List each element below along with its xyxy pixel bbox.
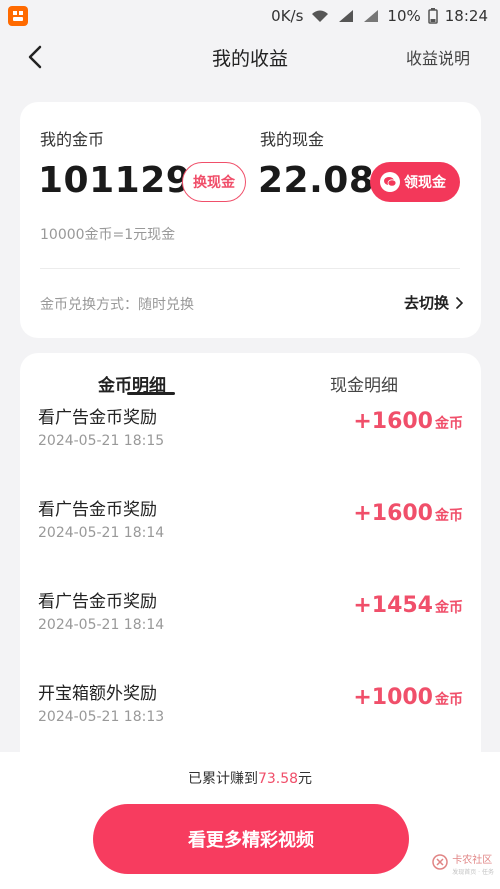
record-amount-unit: 金币 bbox=[435, 692, 463, 708]
record-amount: +1000 金币 bbox=[353, 685, 463, 710]
wifi-icon bbox=[312, 10, 329, 22]
record-time: 2024-05-21 18:13 bbox=[38, 709, 165, 725]
record-amount-unit: 金币 bbox=[435, 600, 463, 616]
record-amount-unit: 金币 bbox=[435, 508, 463, 524]
record-amount-value: +1600 bbox=[353, 501, 433, 526]
back-button[interactable] bbox=[20, 42, 50, 72]
record-amount-value: +1454 bbox=[353, 593, 433, 618]
navigation-bar: 我的收益 收益说明 bbox=[0, 32, 500, 82]
wechat-icon bbox=[380, 172, 400, 192]
record-amount-value: +1000 bbox=[353, 685, 433, 710]
network-speed: 0K/s bbox=[271, 7, 304, 25]
withdraw-cash-label: 领现金 bbox=[404, 175, 446, 191]
exchange-rate-text: 10000金币=1元现金 bbox=[40, 227, 176, 243]
tab-cash-details[interactable]: 现金明细 bbox=[330, 371, 398, 396]
status-bar: 0K/s 10% 18:24 bbox=[0, 0, 500, 32]
watermark-logo-icon bbox=[432, 854, 449, 870]
list-item[interactable]: 看广告金币奖励 2024-05-21 18:14 +1600 金币 bbox=[20, 495, 481, 587]
signal-4g-icon bbox=[339, 10, 354, 22]
divider bbox=[40, 268, 460, 269]
record-title: 看广告金币奖励 bbox=[38, 408, 157, 428]
balance-card: 我的金币 101129 换现金 我的现金 22.08 领现金 10000金币=1… bbox=[20, 102, 481, 338]
list-item[interactable]: 看广告金币奖励 2024-05-21 18:15 +1600 金币 bbox=[20, 403, 481, 495]
earned-value: 73.58 bbox=[257, 771, 299, 787]
battery-percent: 10% bbox=[387, 7, 421, 25]
record-title: 看广告金币奖励 bbox=[38, 592, 157, 612]
record-amount-unit: 金币 bbox=[435, 416, 463, 432]
active-tab-indicator bbox=[127, 392, 175, 395]
withdraw-cash-button[interactable]: 领现金 bbox=[370, 162, 460, 202]
watch-more-videos-button[interactable]: 看更多精彩视频 bbox=[93, 804, 409, 874]
record-amount: +1600 金币 bbox=[353, 501, 463, 526]
chevron-right-icon bbox=[456, 296, 463, 309]
cash-label: 我的现金 bbox=[260, 130, 325, 149]
record-time: 2024-05-21 18:15 bbox=[38, 433, 165, 449]
clock: 18:24 bbox=[444, 7, 488, 25]
exchange-mode-text: 金币兑换方式：随时兑换 bbox=[40, 297, 194, 313]
record-title: 开宝箱额外奖励 bbox=[38, 684, 157, 704]
app-notification-icon bbox=[8, 6, 28, 26]
records-card: 金币明细 现金明细 看广告金币奖励 2024-05-21 18:15 +1600… bbox=[20, 353, 481, 773]
earned-prefix: 已累计赚到 bbox=[187, 771, 258, 787]
earnings-info-link[interactable]: 收益说明 bbox=[406, 45, 470, 69]
record-amount: +1600 金币 bbox=[353, 409, 463, 434]
signal-3g-icon bbox=[364, 10, 379, 22]
record-title: 看广告金币奖励 bbox=[38, 500, 157, 520]
coins-value: 101129 bbox=[38, 160, 192, 201]
cash-value: 22.08 bbox=[258, 160, 375, 201]
record-time: 2024-05-21 18:14 bbox=[38, 525, 165, 541]
exchange-cash-button[interactable]: 换现金 bbox=[182, 162, 246, 202]
record-time: 2024-05-21 18:14 bbox=[38, 617, 165, 633]
chevron-left-icon bbox=[28, 45, 42, 69]
watermark-subtext: 发现首页 · 任务 bbox=[452, 869, 494, 876]
coins-label: 我的金币 bbox=[40, 130, 105, 149]
bottom-bar: 已累计赚到73.58元 看更多精彩视频 卡农社区 发现首页 · 任务 bbox=[0, 752, 500, 889]
earned-suffix: 元 bbox=[298, 771, 313, 787]
watermark-text: 卡农社区 bbox=[452, 855, 493, 866]
watermark: 卡农社区 发现首页 · 任务 bbox=[432, 848, 494, 876]
switch-mode-link[interactable]: 去切换 bbox=[404, 292, 463, 313]
battery-icon bbox=[428, 8, 438, 24]
page-title: 我的收益 bbox=[211, 47, 288, 70]
record-amount: +1454 金币 bbox=[353, 593, 463, 618]
switch-mode-label: 去切换 bbox=[403, 294, 449, 312]
record-amount-value: +1600 bbox=[353, 409, 433, 434]
total-earned-text: 已累计赚到73.58元 bbox=[0, 768, 500, 788]
list-item[interactable]: 看广告金币奖励 2024-05-21 18:14 +1454 金币 bbox=[20, 587, 481, 679]
